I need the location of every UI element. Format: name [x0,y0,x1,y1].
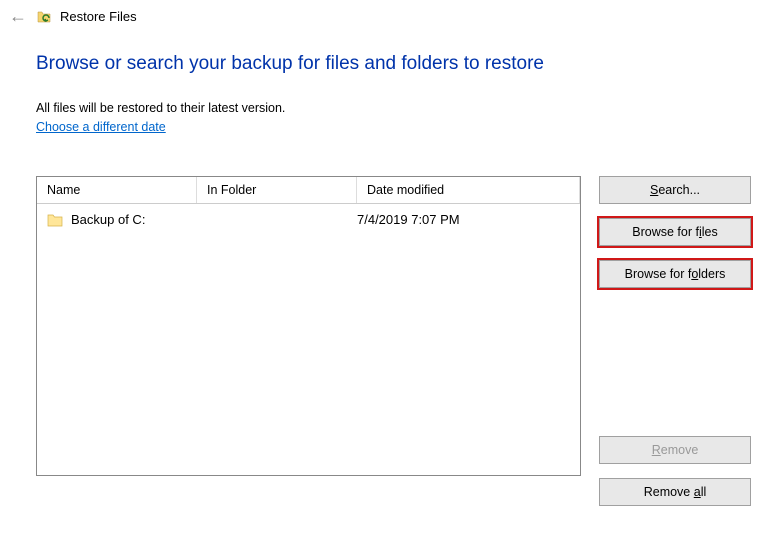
remove-button: Remove [599,436,751,464]
choose-date-link[interactable]: Choose a different date [36,120,166,134]
file-grid[interactable]: Name In Folder Date modified Backup of C… [36,176,581,476]
browse-folders-button[interactable]: Browse for folders [599,260,751,288]
page-heading: Browse or search your backup for files a… [36,53,751,75]
grid-header: Name In Folder Date modified [37,177,580,204]
remove-all-button[interactable]: Remove all [599,478,751,506]
cell-date: 7/4/2019 7:07 PM [357,212,570,227]
folder-icon [47,213,63,227]
grid-body: Backup of C: 7/4/2019 7:07 PM [37,204,580,235]
column-header-date[interactable]: Date modified [357,177,580,203]
bottom-button-group: Remove Remove all [599,436,751,520]
column-header-folder[interactable]: In Folder [197,177,357,203]
browse-files-button[interactable]: Browse for files [599,218,751,246]
window-title: Restore Files [60,9,137,24]
table-row[interactable]: Backup of C: 7/4/2019 7:07 PM [37,204,580,235]
back-arrow-icon[interactable]: ← [8,6,28,27]
cell-name: Backup of C: [47,212,197,227]
search-button[interactable]: Search... [599,176,751,204]
side-buttons: Search... Browse for files Browse for fo… [599,176,751,520]
restore-icon [36,9,52,25]
main-area: Name In Folder Date modified Backup of C… [36,176,751,520]
version-note: All files will be restored to their late… [36,101,751,115]
titlebar: ← Restore Files [0,0,781,33]
column-header-name[interactable]: Name [37,177,197,203]
content-area: Browse or search your backup for files a… [0,33,781,530]
row-name: Backup of C: [71,212,145,227]
